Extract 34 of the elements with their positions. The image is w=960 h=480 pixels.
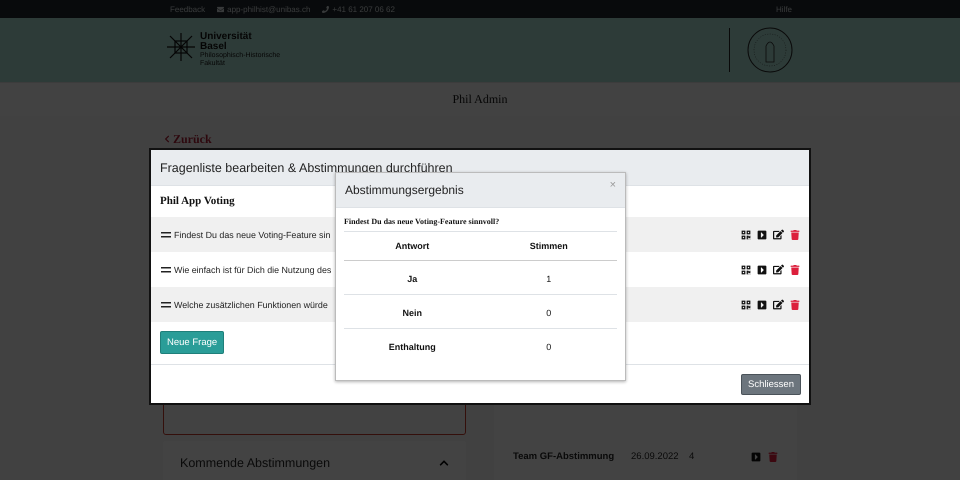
qr-code-icon[interactable] bbox=[741, 264, 751, 274]
dialog-title: Abstimmungsergebnis bbox=[345, 183, 464, 197]
edit-icon[interactable] bbox=[773, 229, 784, 240]
column-header: Stimmen bbox=[480, 232, 617, 261]
panel-title: Kommende Abstimmungen bbox=[180, 456, 330, 470]
answer-cell: Nein bbox=[344, 295, 480, 329]
question-text: Wie einfach ist für Dich die Nutzung des bbox=[174, 264, 332, 274]
trash-icon[interactable] bbox=[790, 264, 800, 274]
modal-title: Fragenliste bearbeiten & Abstimmungen durchführen bbox=[160, 160, 453, 174]
edit-icon[interactable] bbox=[773, 299, 784, 310]
qr-code-icon[interactable] bbox=[741, 230, 751, 240]
edit-icon[interactable] bbox=[773, 264, 784, 275]
qr-code-icon[interactable] bbox=[741, 300, 751, 310]
vote-name: Team GF-Abstimmung bbox=[513, 451, 616, 462]
column-header: Antwort bbox=[344, 232, 480, 261]
answer-cell-text: Enthaltung bbox=[388, 341, 437, 354]
drag-handle-icon[interactable] bbox=[161, 302, 171, 308]
trash-icon[interactable] bbox=[790, 300, 800, 310]
list-title: Phil App Voting bbox=[160, 195, 235, 207]
new-question-button[interactable]: Neue Frage bbox=[160, 331, 224, 354]
vote-date: 26.09.2022 bbox=[631, 451, 680, 462]
votes-cell-text: 0 bbox=[545, 341, 552, 354]
question-text: Findest Du das neue Voting-Feature sin bbox=[174, 230, 330, 240]
close-button[interactable]: Schliessen bbox=[741, 374, 801, 394]
drag-handle-icon[interactable] bbox=[161, 232, 171, 238]
drag-handle-icon[interactable] bbox=[161, 266, 171, 272]
vote-count: 4 bbox=[689, 451, 696, 462]
question-title: Findest Du das neue Voting-Feature sinnvoll? bbox=[344, 217, 500, 226]
answer-cell: Ja bbox=[344, 261, 480, 295]
votes-cell: 1 bbox=[480, 261, 617, 295]
page-title: Phil Admin bbox=[452, 92, 508, 107]
trash-icon[interactable] bbox=[790, 230, 800, 240]
question-text: Welche zusätzlichen Funktionen würde bbox=[174, 300, 328, 310]
votes-cell: 0 bbox=[480, 295, 617, 329]
